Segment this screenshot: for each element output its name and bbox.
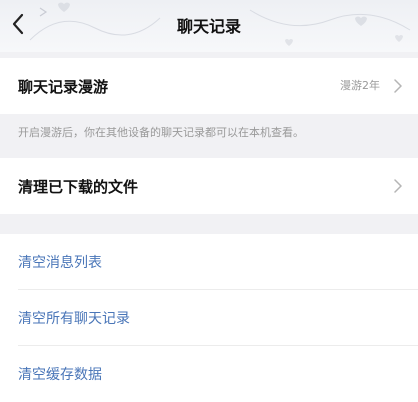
- nav-bar: 聊天记录: [0, 0, 418, 52]
- clear-all-chat-history-button[interactable]: 清空所有聊天记录: [0, 290, 418, 346]
- chat-roaming-value: 漫游2年: [340, 79, 380, 92]
- roaming-note: 开启漫游后，你在其他设备的聊天记录都可以在本机查看。: [18, 126, 304, 139]
- clear-downloads-label: 清理已下载的文件: [18, 177, 139, 196]
- page-title: 聊天记录: [176, 17, 241, 36]
- clear-cache-button[interactable]: 清空缓存数据: [0, 346, 418, 402]
- downloads-group: 清理已下载的文件: [0, 158, 418, 214]
- roaming-group: 聊天记录漫游 漫游2年: [0, 58, 418, 114]
- clear-message-list-label: 清空消息列表: [18, 255, 102, 271]
- chevron-right-icon: [394, 79, 402, 93]
- chevron-right-icon: [394, 179, 402, 193]
- clear-cache-label: 清空缓存数据: [18, 367, 102, 383]
- chat-roaming-label: 聊天记录漫游: [18, 77, 109, 96]
- clear-all-chat-history-label: 清空所有聊天记录: [18, 311, 130, 327]
- clear-actions-group: 清空消息列表 清空所有聊天记录 清空缓存数据: [0, 234, 418, 402]
- clear-message-list-button[interactable]: 清空消息列表: [0, 234, 418, 290]
- chat-roaming-row[interactable]: 聊天记录漫游 漫游2年: [0, 58, 418, 114]
- clear-downloads-row[interactable]: 清理已下载的文件: [0, 158, 418, 214]
